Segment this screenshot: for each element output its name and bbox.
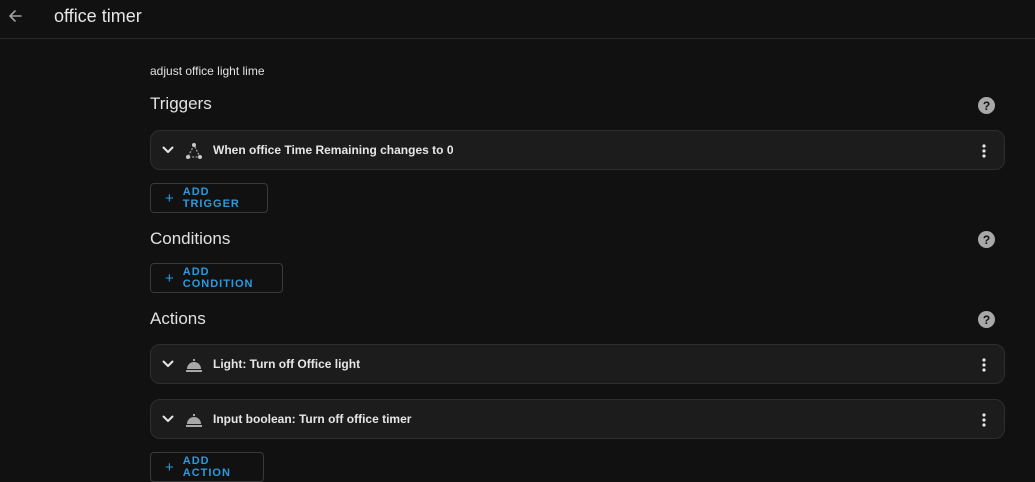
chevron-down-icon[interactable] [160, 142, 176, 158]
trigger-label: When office Time Remaining changes to 0 [213, 143, 454, 157]
action-label: Light: Turn off Office light [213, 357, 361, 371]
automation-description: adjust office light lime [150, 64, 265, 78]
state-change-icon [184, 141, 204, 161]
add-trigger-label: ADD TRIGGER [182, 186, 240, 210]
conditions-help-icon[interactable]: ? [978, 231, 995, 248]
add-condition-label: ADD CONDITION [182, 266, 254, 290]
service-bell-icon [184, 410, 204, 430]
back-button[interactable] [4, 4, 26, 28]
add-action-label: ADD ACTION [182, 455, 231, 479]
chevron-down-icon[interactable] [160, 356, 176, 372]
chevron-down-icon[interactable] [160, 411, 176, 427]
triggers-help-icon[interactable]: ? [978, 97, 995, 114]
action-card[interactable]: Input boolean: Turn off office timer [150, 399, 1005, 439]
more-vert-icon[interactable] [976, 141, 992, 161]
triggers-title: Triggers [150, 94, 212, 113]
top-app-bar: office timer [0, 0, 1035, 39]
trigger-card[interactable]: When office Time Remaining changes to 0 [150, 130, 1005, 170]
arrow-left-icon [9, 10, 22, 22]
action-card[interactable]: Light: Turn off Office light [150, 344, 1005, 384]
add-condition-button[interactable]: + ADD CONDITION [150, 263, 283, 293]
plus-icon: + [165, 269, 174, 287]
plus-icon: + [165, 458, 174, 476]
service-bell-icon [184, 355, 204, 375]
plus-icon: + [165, 189, 174, 207]
add-action-button[interactable]: + ADD ACTION [150, 452, 264, 482]
more-vert-icon[interactable] [976, 355, 992, 375]
actions-help-icon[interactable]: ? [978, 311, 995, 328]
actions-title: Actions [150, 309, 206, 328]
more-vert-icon[interactable] [976, 410, 992, 430]
add-trigger-button[interactable]: + ADD TRIGGER [150, 183, 268, 213]
action-label: Input boolean: Turn off office timer [213, 412, 412, 426]
conditions-title: Conditions [150, 229, 231, 248]
page-title: office timer [54, 6, 142, 26]
